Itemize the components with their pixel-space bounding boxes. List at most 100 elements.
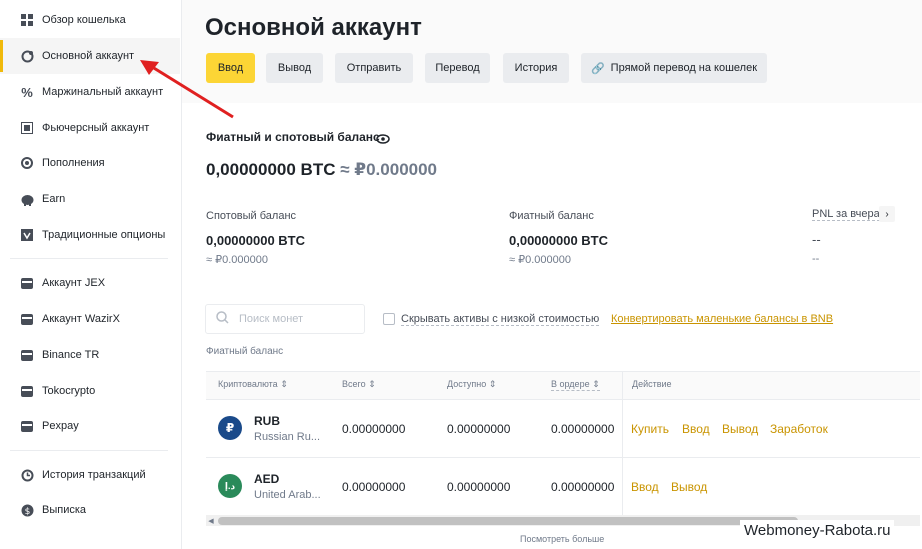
convert-bnb-link[interactable]: Конвертировать маленькие балансы в BNB [611, 313, 833, 325]
spot-balance-rub: ≈ ₽0.000000 [206, 254, 268, 266]
sidebar-item-statement[interactable]: $ Выписка [0, 492, 180, 528]
buy-link[interactable]: Купить [631, 422, 669, 436]
dot-icon [20, 156, 34, 170]
fiat-balance-label: Фиатный баланс [509, 210, 594, 222]
sidebar-item-label: Фьючерсный аккаунт [42, 122, 150, 134]
card-icon [20, 312, 34, 326]
withdraw-button[interactable]: Вывод [266, 53, 323, 83]
coin-full-name: Russian Ru... [254, 431, 321, 443]
aed-icon: د.إ [218, 474, 242, 498]
sidebar-item-label: Tokocrypto [42, 385, 96, 397]
withdraw-link[interactable]: Вывод [671, 480, 707, 494]
th-available[interactable]: Доступно ⇕ [447, 379, 496, 390]
sidebar-item-label: Основной аккаунт [42, 50, 135, 62]
withdraw-link[interactable]: Вывод [722, 422, 758, 436]
th-in-order-label: В ордере [551, 379, 590, 389]
search-input[interactable]: Поиск монет [205, 304, 365, 334]
sidebar-item-binance-tr[interactable]: Binance TR [0, 337, 180, 373]
hide-small-label[interactable]: Скрывать активы с низкой стоимостью [401, 313, 600, 326]
scroll-thumb[interactable] [218, 517, 798, 525]
scroll-left-icon[interactable]: ◀ [206, 515, 216, 526]
sidebar-item-jex[interactable]: Аккаунт JEX [0, 265, 180, 301]
total-balance-rub: ≈ ₽0.000000 [340, 160, 438, 179]
link-icon: 🔗 [590, 62, 605, 75]
send-button[interactable]: Отправить [335, 53, 413, 83]
pig-icon [20, 192, 34, 206]
grid-icon [20, 13, 34, 27]
sidebar-item-label: Pexpay [42, 420, 79, 432]
search-icon [216, 311, 229, 327]
page-title: Основной аккаунт [205, 14, 422, 41]
deposit-link[interactable]: Ввод [682, 422, 710, 436]
sidebar-divider [10, 258, 168, 259]
sidebar-item-label: Обзор кошелька [42, 14, 126, 26]
th-in-order[interactable]: В ордере ⇕ [551, 379, 600, 391]
coin-symbol: RUB [254, 414, 280, 428]
coin-full-name: United Arab... [254, 489, 321, 501]
dollar-icon: $ [20, 503, 34, 517]
deposit-link[interactable]: Ввод [631, 480, 659, 494]
sort-icon: ⇕ [368, 379, 376, 389]
sidebar-item-label: Традиционные опционы [42, 229, 166, 241]
sort-icon: ⇕ [592, 379, 600, 389]
search-placeholder: Поиск монет [239, 313, 304, 325]
pnl-label[interactable]: PNL за вчера [812, 208, 880, 221]
sidebar-divider [10, 450, 168, 451]
total-balance: 0,00000000 BTC ≈ ₽0.000000 [206, 160, 437, 180]
fiat-balance-rub: ≈ ₽0.000000 [509, 254, 571, 266]
earn-link[interactable]: Заработок [770, 422, 828, 436]
annotation-arrow [140, 60, 234, 119]
direct-transfer-button[interactable]: 🔗 Прямой перевод на кошелек [581, 53, 767, 83]
cell-in-order: 0.00000000 [551, 480, 615, 494]
action-column [622, 371, 920, 515]
percent-icon: % [21, 84, 33, 100]
eye-icon[interactable] [376, 131, 390, 149]
watermark: Webmoney-Rabota.ru [740, 520, 895, 541]
sidebar-item-wallet-overview[interactable]: Обзор кошелька [0, 2, 180, 38]
th-coin[interactable]: Криптовалюта ⇕ [218, 379, 288, 390]
cell-total: 0.00000000 [342, 480, 406, 494]
cell-in-order: 0.00000000 [551, 422, 615, 436]
fiat-balance-btc: 0,00000000 BTC [509, 233, 609, 248]
pnl-value: -- [812, 232, 821, 247]
card-icon [20, 419, 34, 433]
transfer-button[interactable]: Перевод [425, 53, 490, 83]
sort-icon: ⇕ [280, 379, 288, 389]
sidebar-item-label: История транзакций [42, 469, 146, 481]
chevron-right-icon[interactable]: › [879, 206, 895, 222]
hide-small-checkbox[interactable] [383, 313, 395, 325]
section-label: Фиатный баланс [206, 346, 284, 357]
sidebar-item-label: Выписка [42, 504, 87, 516]
th-action: Действие [632, 379, 672, 389]
see-more-link[interactable]: Посмотреть больше [520, 534, 604, 544]
pnl-sub: -- [812, 253, 820, 265]
coin-symbol: AED [254, 472, 280, 486]
sidebar-item-deposits[interactable]: Пополнения [0, 145, 180, 181]
sidebar-item-earn[interactable]: Earn [0, 181, 180, 217]
sidebar-item-label: Earn [42, 193, 66, 205]
balance-heading: Фиатный и спотовый баланс [206, 130, 380, 144]
sidebar-item-wazirx[interactable]: Аккаунт WazirX [0, 301, 180, 337]
wallet-icon [20, 49, 34, 63]
sort-icon: ⇕ [488, 379, 497, 389]
futures-icon [20, 121, 34, 135]
history-icon [20, 468, 34, 482]
spot-balance-label: Спотовый баланс [206, 210, 297, 222]
sidebar-item-label: Binance TR [42, 349, 100, 361]
cell-available: 0.00000000 [447, 422, 511, 436]
th-total[interactable]: Всего ⇕ [342, 379, 376, 390]
spot-balance-btc: 0,00000000 BTC [206, 233, 306, 248]
options-icon [20, 228, 34, 242]
sidebar-item-options[interactable]: Традиционные опционы [0, 217, 180, 253]
sidebar-item-transaction-history[interactable]: История транзакций [0, 457, 180, 493]
card-icon [20, 384, 34, 398]
rub-icon: ₽ [218, 416, 242, 440]
th-available-label: Доступно [447, 379, 487, 389]
sidebar-item-label: Пополнения [42, 157, 105, 169]
sidebar-item-tokocrypto[interactable]: Tokocrypto [0, 373, 180, 409]
sidebar-item-pexpay[interactable]: Pexpay [0, 408, 180, 444]
history-button[interactable]: История [503, 53, 569, 83]
cell-available: 0.00000000 [447, 480, 511, 494]
th-total-label: Всего [342, 379, 366, 389]
sidebar-item-label: Аккаунт WazirX [42, 313, 120, 325]
